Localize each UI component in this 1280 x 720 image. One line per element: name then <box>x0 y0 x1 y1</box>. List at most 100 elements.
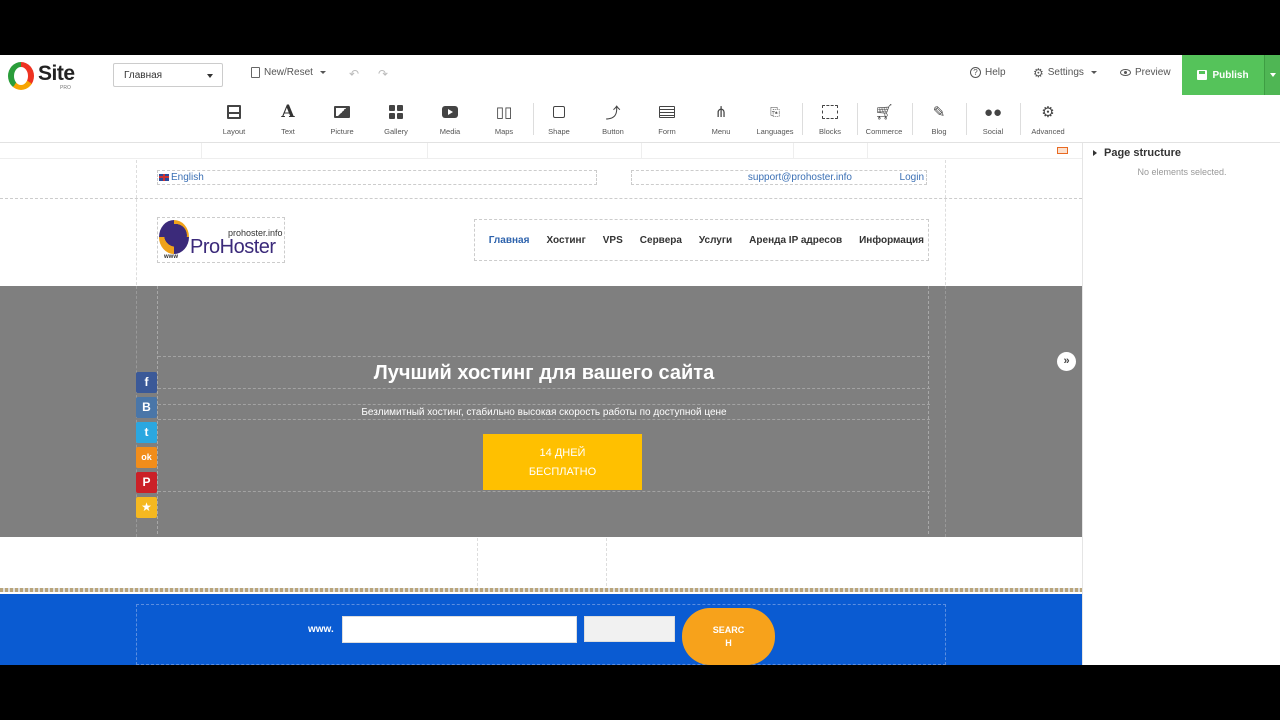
sitepro-logo[interactable]: Site PRO <box>8 60 78 92</box>
language-selector[interactable]: English <box>157 170 597 185</box>
tool-label: Layout <box>222 127 246 136</box>
tool-label: Picture <box>330 127 354 136</box>
tool-button[interactable]: ⤴ Button <box>586 103 640 137</box>
languages-icon: ⎘ <box>770 104 780 119</box>
next-slide-arrow-icon[interactable]: » <box>1057 352 1076 371</box>
twitter-icon[interactable]: t <box>136 422 157 443</box>
nav-item-ip-rent[interactable]: Аренда IP адресов <box>749 235 842 246</box>
section-separator <box>0 588 1082 592</box>
nav-item-services[interactable]: Услуги <box>699 235 732 246</box>
hero-subtitle: Безлимитный хостинг, стабильно высокая с… <box>361 407 727 418</box>
domain-search-section: www. SEARC H <box>0 594 1082 665</box>
tool-picture[interactable]: Picture <box>315 103 369 136</box>
tool-blocks[interactable]: Blocks <box>803 103 857 136</box>
tool-label: Languages <box>756 127 794 136</box>
page-select[interactable]: Главная <box>113 63 223 87</box>
chevron-down-icon <box>207 74 213 78</box>
domain-zone-select[interactable] <box>584 616 675 642</box>
hero-title: Лучший хостинг для вашего сайта <box>373 362 715 384</box>
shape-icon <box>532 103 586 121</box>
tool-label: Social <box>982 127 1004 136</box>
free-trial-button[interactable]: 14 ДНЕЙ БЕСПЛАТНО <box>483 434 642 490</box>
nav-item-hosting[interactable]: Хостинг <box>546 235 585 246</box>
page-structure-toggle[interactable]: Page structure <box>1093 147 1181 159</box>
nav-item-vps[interactable]: VPS <box>603 235 623 246</box>
tool-media[interactable]: Media <box>423 103 477 136</box>
undo-icon[interactable]: ↶ <box>349 67 359 81</box>
dashed-guide <box>158 419 930 420</box>
blocks-icon <box>803 103 857 121</box>
help-label: Help <box>985 67 1006 78</box>
logo-sub: PRO <box>60 85 71 91</box>
hero-content: Лучший хостинг для вашего сайта Безлимит… <box>157 286 930 534</box>
tool-layout[interactable]: Layout <box>207 103 261 136</box>
nav-item-servers[interactable]: Сервера <box>640 235 682 246</box>
empty-section <box>0 538 1082 588</box>
tool-label: Form <box>658 127 676 136</box>
button-icon: ⤴ <box>605 104 621 122</box>
contact-bar: support@prohoster.info Login <box>631 170 927 185</box>
tool-social[interactable]: ●● Social <box>966 103 1020 137</box>
tool-gallery[interactable]: Gallery <box>369 103 423 136</box>
publish-label: Publish <box>1212 69 1249 81</box>
pinterest-icon[interactable]: P <box>136 472 157 493</box>
editor-canvas[interactable]: English support@prohoster.info Login www… <box>0 143 1082 665</box>
uk-flag-icon <box>159 173 169 181</box>
login-link[interactable]: Login <box>900 171 924 184</box>
gear-icon: ⚙ <box>1033 65 1044 80</box>
tool-label: Button <box>602 127 624 136</box>
dashed-guide <box>158 491 930 492</box>
preview-button[interactable]: Preview <box>1120 67 1171 78</box>
tool-advanced[interactable]: ⚙ Advanced <box>1021 103 1075 136</box>
tool-form[interactable]: Form <box>640 103 694 136</box>
tool-commerce[interactable]: 🛒︎ Commerce <box>857 103 911 136</box>
chevron-down-icon <box>1090 71 1097 74</box>
site-header: www prohoster.info ProHoster Главная Хос… <box>136 199 946 285</box>
settings-button[interactable]: ⚙ Settings <box>1033 65 1097 80</box>
logo-name: ProHoster <box>190 236 276 258</box>
search-button[interactable]: SEARC H <box>682 608 775 665</box>
hero-container: Лучший хостинг для вашего сайта Безлимит… <box>136 286 946 537</box>
nav-item-info[interactable]: Информация <box>859 235 924 246</box>
redo-icon[interactable]: ↷ <box>378 67 388 81</box>
hero-section[interactable]: Лучший хостинг для вашего сайта Безлимит… <box>0 286 1082 537</box>
main-nav: Главная Хостинг VPS Сервера Услуги Аренд… <box>474 219 929 261</box>
tool-label: Maps <box>494 127 514 136</box>
publish-button[interactable]: Publish <box>1182 55 1264 95</box>
caret-right-icon <box>1093 150 1097 157</box>
bookmark-star-icon[interactable]: ★ <box>136 497 157 518</box>
tool-label: Commerce <box>865 127 903 136</box>
prohoster-logo[interactable]: www prohoster.info ProHoster <box>157 217 285 263</box>
tool-shape[interactable]: Shape <box>532 103 586 136</box>
new-reset-button[interactable]: New/Reset <box>251 67 326 78</box>
advanced-icon: ⚙ <box>1041 104 1055 121</box>
help-button[interactable]: ? Help <box>970 67 1006 78</box>
odnoklassniki-icon[interactable]: ok <box>136 447 157 468</box>
facebook-icon[interactable]: f <box>136 372 157 393</box>
tool-blog[interactable]: ✎ Blog <box>912 103 966 136</box>
picture-icon <box>315 103 369 121</box>
tool-maps[interactable]: ▯▯ Maps <box>477 103 531 136</box>
page-structure-panel: Page structure No elements selected. <box>1082 143 1280 665</box>
media-icon <box>423 103 477 121</box>
support-email-link[interactable]: support@prohoster.info <box>748 171 852 184</box>
vk-icon[interactable]: B <box>136 397 157 418</box>
logo-ring-icon <box>8 62 34 90</box>
domain-search-container: www. SEARC H <box>136 604 946 665</box>
search-label-2: H <box>725 638 732 648</box>
element-toolbar: Layout A Text Picture Gallery Media ▯▯ M… <box>0 97 1280 143</box>
dashed-guide <box>158 404 930 405</box>
tool-label: Gallery <box>384 127 408 136</box>
nav-item-home[interactable]: Главная <box>489 235 530 246</box>
social-icon: ●● <box>983 103 1003 121</box>
site-builder-app: Site PRO Главная New/Reset ↶ ↷ ? Help ⚙ … <box>0 55 1280 665</box>
globe-icon <box>159 220 189 254</box>
tool-menu[interactable]: ⋔ Menu <box>694 103 748 136</box>
tool-languages[interactable]: ⎘ Languages <box>748 103 802 137</box>
tool-text[interactable]: A Text <box>261 102 315 136</box>
cta-line-1: 14 ДНЕЙ <box>539 447 586 459</box>
domain-input[interactable] <box>342 616 577 643</box>
logo-text: Site <box>38 62 75 85</box>
publish-dropdown-button[interactable] <box>1264 55 1280 95</box>
device-toggle-icon[interactable] <box>1057 147 1068 154</box>
